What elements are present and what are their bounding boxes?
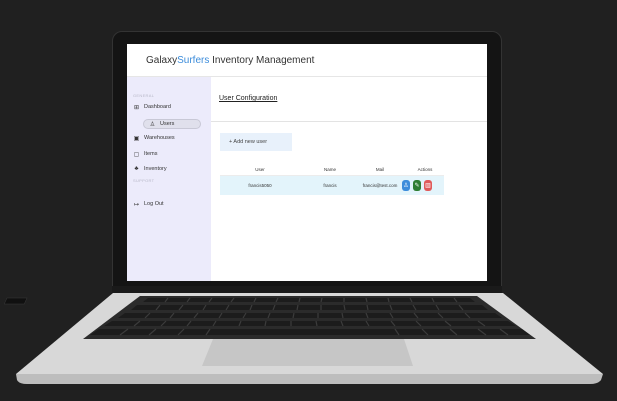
logout-icon: ↦: [133, 201, 140, 208]
warehouse-icon: ▣: [133, 135, 140, 142]
cell-mail: francis@test.com: [362, 183, 398, 188]
sidebar-item-inventory[interactable]: ♣ Inventory: [133, 164, 167, 174]
view-icon: ♙: [403, 182, 409, 189]
page-title: User Configuration: [219, 95, 278, 102]
user-icon: ♙: [149, 121, 156, 128]
sidebar-item-users[interactable]: ♙ Users: [143, 119, 201, 129]
sidebar-item-label: Items: [144, 151, 158, 157]
sidebar-item-label: Warehouses: [144, 135, 175, 141]
dashboard-icon: ⊞: [133, 104, 140, 111]
app-header: GalaxySurfers Inventory Management: [127, 44, 487, 77]
add-user-button[interactable]: + Add new user: [220, 133, 292, 151]
column-header-actions: Actions: [417, 167, 433, 172]
column-header-name: Name: [323, 167, 337, 172]
table-row[interactable]: francis5050 francis francis@test.com ♙ ✎…: [220, 176, 444, 195]
edit-user-button[interactable]: ✎: [413, 180, 421, 191]
brand-galaxy: Galaxy: [146, 55, 178, 66]
content-divider: [211, 121, 487, 122]
sidebar-item-warehouses[interactable]: ▣ Warehouses: [133, 133, 175, 143]
sidebar: GENERAL ⊞ Dashboard ♙ Users ▣ Warehouses…: [127, 77, 211, 281]
cell-user: francis5050: [248, 183, 272, 188]
sidebar-section-general: GENERAL: [133, 93, 155, 98]
sidebar-item-dashboard[interactable]: ⊞ Dashboard: [133, 102, 171, 112]
delete-user-button[interactable]: ▥: [424, 180, 432, 191]
edit-icon: ✎: [414, 182, 420, 189]
items-icon: ▢: [133, 151, 140, 158]
inventory-icon: ♣: [134, 166, 139, 172]
sidebar-item-items[interactable]: ▢ Items: [133, 149, 158, 159]
sidebar-item-label: Log Out: [144, 201, 164, 207]
column-header-user: User: [255, 167, 265, 172]
sidebar-item-label: Dashboard: [144, 104, 171, 110]
laptop-screen: GalaxySurfers Inventory Management GENER…: [127, 44, 487, 281]
cell-name: francis: [323, 183, 337, 188]
app-brand-title: GalaxySurfers Inventory Management: [146, 55, 314, 66]
column-header-mail: Mail: [375, 167, 385, 172]
view-user-button[interactable]: ♙: [402, 180, 410, 191]
sidebar-item-label: Users: [160, 121, 175, 127]
brand-surfers: Surfers: [177, 55, 210, 66]
sidebar-item-label: Inventory: [144, 166, 167, 172]
brand-inventory-management: Inventory Management: [209, 55, 315, 66]
table-header: User Name Mail Actions: [220, 162, 444, 176]
sidebar-section-support: SUPPORT: [133, 178, 155, 183]
sidebar-item-logout[interactable]: ↦ Log Out: [133, 199, 164, 209]
delete-icon: ▥: [425, 182, 431, 189]
users-table: User Name Mail Actions francis5050 franc…: [220, 162, 444, 195]
